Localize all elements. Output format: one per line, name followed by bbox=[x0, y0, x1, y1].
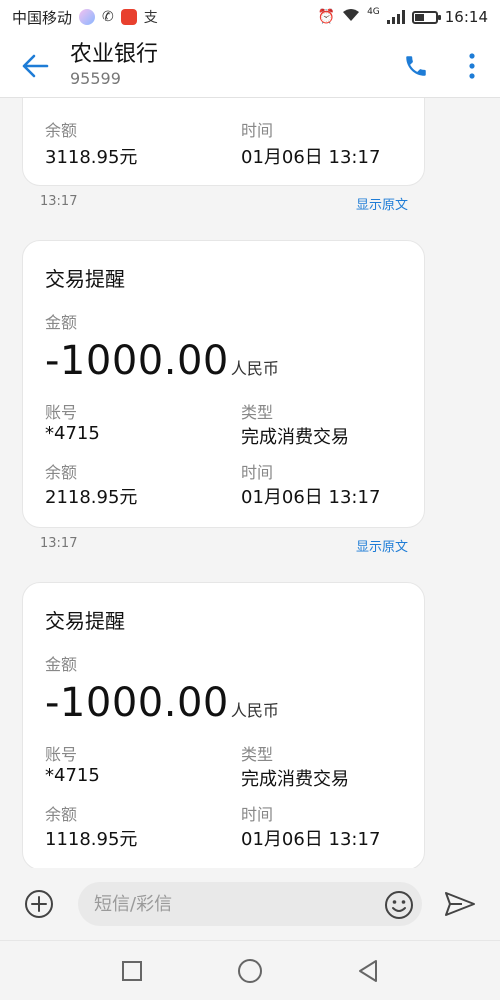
time-label: 时间 bbox=[241, 805, 274, 824]
balance-label: 余额 bbox=[45, 121, 78, 140]
message-title: 交易提醒 bbox=[45, 267, 125, 291]
balance-value: 2118.95元 bbox=[45, 487, 138, 508]
call-button[interactable] bbox=[388, 34, 444, 98]
system-nav-bar bbox=[0, 940, 500, 1000]
back-nav-button[interactable] bbox=[348, 951, 388, 991]
network-type-label: 4G bbox=[367, 7, 380, 17]
battery-icon bbox=[411, 10, 441, 24]
message-timestamp: 13:17 bbox=[40, 536, 78, 551]
contact-info: 农业银行 95599 bbox=[70, 42, 388, 90]
conversation-header: 农业银行 95599 bbox=[0, 34, 500, 98]
message-card: 交易提醒 金额 -1000.00 人民币 账号 *4715 类型 完成消费交易 … bbox=[22, 582, 425, 868]
time-value: 01月06日 13:17 bbox=[241, 147, 381, 168]
message-title: 交易提醒 bbox=[45, 609, 125, 633]
status-left: 中国移动 ✆ 支 bbox=[12, 7, 158, 28]
back-arrow-icon bbox=[22, 54, 49, 77]
amount-row: -1000.00 人民币 bbox=[45, 681, 279, 725]
carrier-name: 中国移动 bbox=[12, 8, 73, 27]
account-label: 账号 bbox=[45, 403, 78, 422]
amount-label: 金额 bbox=[45, 313, 78, 332]
message-list[interactable]: 余额 3118.95元 时间 01月06日 13:17 13:17 显示原文 交… bbox=[0, 98, 500, 868]
balance-value: 3118.95元 bbox=[45, 147, 138, 168]
shopping-app-icon bbox=[120, 9, 137, 25]
type-value: 完成消费交易 bbox=[241, 427, 349, 448]
time-label: 时间 bbox=[241, 463, 274, 482]
emoji-button[interactable] bbox=[384, 890, 414, 924]
amount-value: -1000.00 bbox=[45, 680, 229, 726]
plus-circle-icon bbox=[25, 890, 53, 918]
send-icon bbox=[445, 892, 475, 916]
home-button[interactable] bbox=[230, 951, 270, 991]
triangle-back-icon bbox=[359, 959, 377, 982]
time-value: 01月06日 13:17 bbox=[241, 829, 381, 850]
message-card: 交易提醒 金额 -1000.00 人民币 账号 *4715 类型 完成消费交易 … bbox=[22, 240, 425, 528]
message-card: 余额 3118.95元 时间 01月06日 13:17 bbox=[22, 98, 425, 186]
more-vertical-icon bbox=[469, 52, 475, 79]
clock: 16:14 bbox=[444, 8, 488, 26]
balance-label: 余额 bbox=[45, 805, 78, 824]
type-value: 完成消费交易 bbox=[241, 769, 349, 790]
contact-number: 95599 bbox=[70, 68, 121, 88]
message-composer bbox=[0, 868, 500, 940]
missed-call-icon: ✆ bbox=[102, 9, 114, 25]
contact-name: 农业银行 bbox=[70, 41, 159, 67]
more-options-button[interactable] bbox=[444, 34, 500, 98]
amount-label: 金额 bbox=[45, 655, 78, 674]
currency-label: 人民币 bbox=[230, 359, 279, 378]
account-label: 账号 bbox=[45, 745, 78, 764]
alarm-icon: ⏰ bbox=[317, 9, 336, 25]
back-button[interactable] bbox=[0, 34, 70, 98]
time-value: 01月06日 13:17 bbox=[241, 487, 381, 508]
account-value: *4715 bbox=[45, 423, 100, 444]
currency-label: 人民币 bbox=[230, 701, 279, 720]
time-label: 时间 bbox=[241, 121, 274, 140]
status-bar: 中国移动 ✆ 支 ⏰ 4G 16:14 bbox=[0, 0, 500, 34]
wifi-icon bbox=[342, 8, 360, 26]
recents-button[interactable] bbox=[112, 951, 152, 991]
type-label: 类型 bbox=[241, 745, 274, 764]
signal-icon bbox=[386, 10, 405, 24]
send-button[interactable] bbox=[444, 890, 476, 922]
balance-label: 余额 bbox=[45, 463, 78, 482]
type-label: 类型 bbox=[241, 403, 274, 422]
app-notification-icon bbox=[79, 9, 96, 25]
account-value: *4715 bbox=[45, 765, 100, 786]
amount-value: -1000.00 bbox=[45, 338, 229, 384]
show-original-link[interactable]: 显示原文 bbox=[356, 536, 408, 555]
message-input[interactable] bbox=[78, 882, 422, 926]
circle-icon bbox=[238, 958, 262, 983]
alipay-icon: 支 bbox=[143, 10, 158, 26]
amount-row: -1000.00 人民币 bbox=[45, 339, 279, 383]
status-right: ⏰ 4G 16:14 bbox=[317, 7, 488, 26]
smiley-icon bbox=[385, 891, 413, 919]
show-original-link[interactable]: 显示原文 bbox=[356, 194, 408, 213]
square-icon bbox=[122, 960, 142, 981]
balance-value: 1118.95元 bbox=[45, 829, 138, 850]
attach-button[interactable] bbox=[0, 889, 78, 919]
message-timestamp: 13:17 bbox=[40, 194, 78, 209]
phone-icon bbox=[406, 55, 426, 76]
